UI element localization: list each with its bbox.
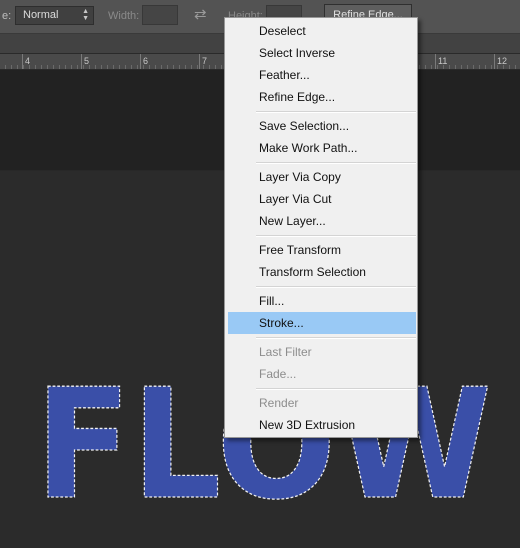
menu-item-render: Render (259, 396, 299, 410)
menu-item-refine-edge[interactable]: Refine Edge... (228, 86, 416, 108)
style-label: e: (2, 10, 12, 22)
menu-item-select-inverse[interactable]: Select Inverse (228, 42, 416, 64)
menu-item-stroke[interactable]: Stroke... (228, 312, 416, 334)
ruler-tick (22, 54, 23, 69)
ruler-number: 11 (438, 56, 448, 66)
menu-separator (256, 111, 416, 113)
menu-item-layer-via-cut[interactable]: Layer Via Cut (228, 188, 416, 210)
menu-item-deselect[interactable]: Deselect (228, 20, 416, 42)
menu-item-layer-via-copy[interactable]: Layer Via Copy (228, 166, 416, 188)
menu-item-new-3d-extrusion[interactable]: New 3D Extrusion (228, 414, 416, 436)
ruler-number: 6 (143, 56, 149, 66)
style-value: Normal (23, 9, 59, 21)
ruler-tick (199, 54, 200, 69)
ruler-tick (140, 54, 141, 69)
swap-dimensions-icon[interactable]: ⇄ (194, 5, 207, 23)
menu-separator (256, 337, 416, 339)
menu-item-transform-selection[interactable]: Transform Selection (228, 261, 416, 283)
ruler-number: 12 (497, 56, 508, 66)
width-label: Width: (108, 10, 140, 22)
width-field[interactable] (142, 5, 178, 25)
menu-separator (256, 162, 416, 164)
menu-item-fade: Fade... (259, 367, 297, 381)
ruler-number: 5 (84, 56, 90, 66)
ruler-number: 7 (202, 56, 208, 66)
menu-item-new-layer[interactable]: New Layer... (228, 210, 416, 232)
selection-context-menu: Deselect Select Inverse Feather... Refin… (224, 17, 418, 438)
ruler-tick (494, 54, 495, 69)
ruler-tick (435, 54, 436, 69)
menu-item-last-filter: Last Filter (259, 345, 312, 359)
style-select[interactable]: Normal ▲ ▼ (15, 6, 94, 25)
menu-separator (256, 235, 416, 237)
menu-item-feather[interactable]: Feather... (228, 64, 416, 86)
menu-separator (256, 388, 416, 390)
ruler-tick (81, 54, 82, 69)
menu-separator (256, 286, 416, 288)
menu-item-fill[interactable]: Fill... (228, 290, 416, 312)
menu-item-free-transform[interactable]: Free Transform (228, 239, 416, 261)
menu-item-save-selection[interactable]: Save Selection... (228, 115, 416, 137)
ruler-number: 4 (25, 56, 31, 66)
menu-item-make-work-path[interactable]: Make Work Path... (228, 137, 416, 159)
select-arrows-icon: ▲ ▼ (82, 8, 89, 22)
